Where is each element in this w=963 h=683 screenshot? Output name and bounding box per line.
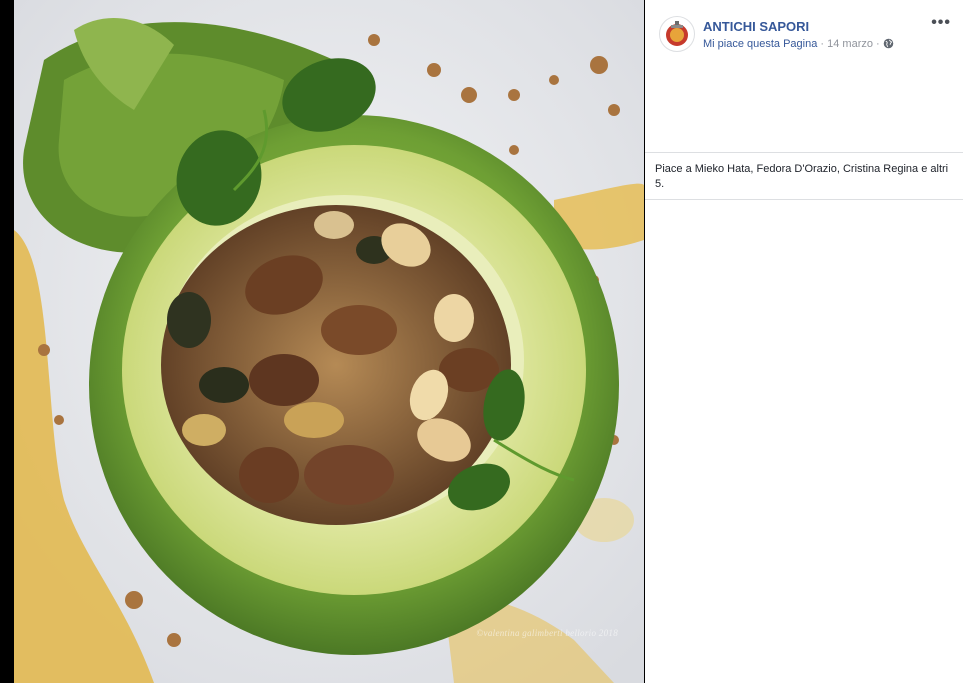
globe-icon [883, 38, 894, 52]
photo-watermark: ©valentina galimberti bellorio 2018 [476, 628, 618, 638]
reactions-summary[interactable]: Piace a Mieko Hata, Fedora D'Orazio, Cri… [645, 153, 963, 200]
stuffed-zucchini-image [14, 0, 644, 683]
more-options-icon[interactable]: ••• [931, 14, 951, 32]
meta-separator: · [817, 38, 828, 50]
post-date[interactable]: 14 marzo [827, 38, 873, 50]
post-header: ANTICHI SAPORI Mi piace questa Pagina · … [645, 0, 963, 153]
page-name-link[interactable]: ANTICHI SAPORI [703, 19, 809, 34]
post-photo[interactable]: ©valentina galimberti bellorio 2018 [14, 0, 644, 683]
like-page-link[interactable]: Mi piace questa Pagina [703, 38, 817, 50]
meta-separator-2: · [873, 38, 883, 50]
post-meta: Mi piace questa Pagina · 14 marzo · [703, 38, 894, 52]
post-side-panel: ANTICHI SAPORI Mi piace questa Pagina · … [645, 0, 963, 683]
page-logo-icon[interactable] [659, 16, 695, 52]
